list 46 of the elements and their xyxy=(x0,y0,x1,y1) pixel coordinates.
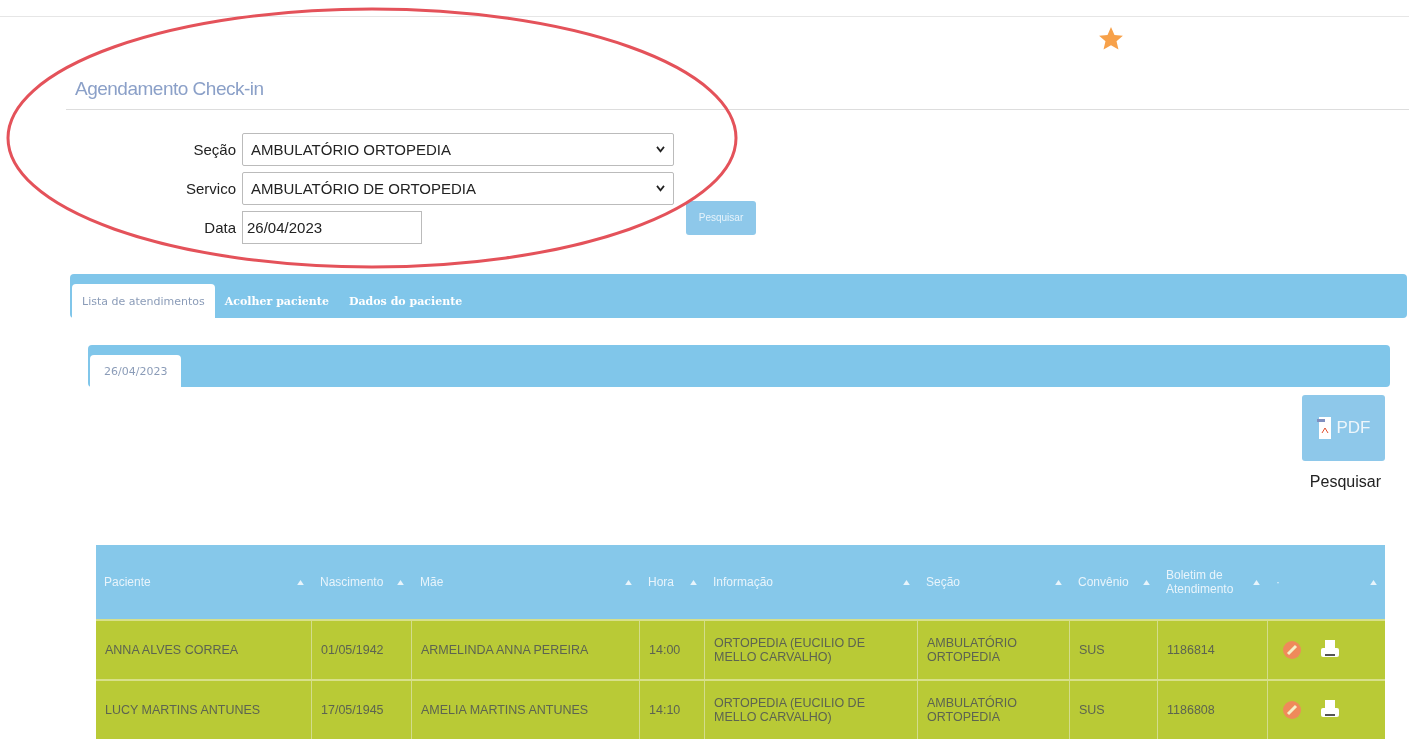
sort-icon[interactable] xyxy=(1253,579,1260,585)
chevron-down-icon[interactable] xyxy=(656,185,665,192)
table-cell: 14:10 xyxy=(640,681,705,739)
table-cell: SUS xyxy=(1070,681,1158,739)
table-cell: LUCY MARTINS ANTUNES xyxy=(96,681,312,739)
select-field[interactable]: AMBULATÓRIO ORTOPEDIA xyxy=(242,133,674,166)
page-title: Agendamento Check-in xyxy=(75,78,264,100)
chevron-down-icon[interactable] xyxy=(656,146,665,153)
column-header[interactable]: Mãe xyxy=(412,545,640,619)
table-cell: ORTOPEDIA (EUCILIO DE MELLO CARVALHO) xyxy=(705,681,918,739)
sort-icon[interactable] xyxy=(1143,579,1150,585)
sort-icon[interactable] xyxy=(903,579,910,585)
column-header[interactable]: Informação xyxy=(705,545,918,619)
column-header[interactable]: Hora xyxy=(640,545,705,619)
sort-icon[interactable] xyxy=(297,579,304,585)
column-header[interactable]: Nascimento xyxy=(312,545,412,619)
column-header[interactable]: Paciente xyxy=(96,545,312,619)
date-field[interactable]: 26/04/2023 xyxy=(242,211,422,244)
table-cell: 17/05/1945 xyxy=(312,681,412,739)
sort-icon[interactable] xyxy=(1370,579,1377,585)
document-icon xyxy=(1316,415,1333,441)
tab[interactable]: Lista de atendimentos xyxy=(72,284,215,318)
table-cell: AMBULATÓRIO ORTOPEDIA xyxy=(918,681,1070,739)
sort-icon[interactable] xyxy=(397,579,404,585)
column-header[interactable]: Convênio xyxy=(1070,545,1158,619)
field-label: Seção xyxy=(192,141,236,158)
table-cell: 1186808 xyxy=(1158,681,1268,739)
column-header[interactable]: Seção xyxy=(918,545,1070,619)
field-label: Servico xyxy=(184,180,236,197)
search-label: Pesquisar xyxy=(1309,473,1382,491)
column-header[interactable]: Boletim de Atendimento xyxy=(1158,545,1268,619)
cancel-icon[interactable] xyxy=(1282,700,1302,720)
field-label: Data xyxy=(203,219,236,236)
tab[interactable]: Acolher paciente xyxy=(214,284,339,318)
pdf-button[interactable]: PDF xyxy=(1302,395,1385,461)
date-tab[interactable]: 26/04/2023 xyxy=(90,355,182,387)
sort-icon[interactable] xyxy=(690,579,697,585)
search-button[interactable]: Pesquisar xyxy=(686,200,756,235)
tab[interactable]: Dados do paciente xyxy=(338,284,473,318)
sort-icon[interactable] xyxy=(1055,579,1062,585)
select-field[interactable]: AMBULATÓRIO DE ORTOPEDIA xyxy=(242,172,674,205)
table-cell: AMELIA MARTINS ANTUNES xyxy=(412,681,640,739)
sort-icon[interactable] xyxy=(625,579,632,585)
cancel-icon[interactable] xyxy=(1282,640,1302,660)
column-header[interactable]: · xyxy=(1268,545,1385,619)
star-icon[interactable] xyxy=(1098,26,1124,52)
